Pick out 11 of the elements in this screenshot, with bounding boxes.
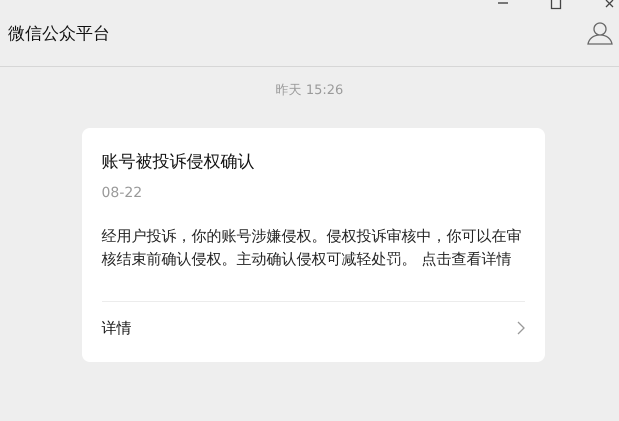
message-date: 08-22 (102, 185, 144, 201)
minimize-icon[interactable] (497, 0, 509, 6)
maximize-icon[interactable] (550, 0, 562, 10)
details-link[interactable]: 详情 (102, 318, 132, 338)
message-text: 经用户投诉，你的账号涉嫌侵权。侵权投诉审核中，你可以在审核结束前确认侵权。主动确认侵权可减轻处罚。 点击查看详情 (102, 226, 522, 270)
message-title: 账号被投诉侵权确认 (102, 151, 256, 173)
window-title: 微信公众平台 (8, 22, 110, 44)
timestamp: 昨天 15:26 (276, 82, 344, 99)
profile-icon[interactable] (587, 21, 613, 45)
close-icon[interactable] (603, 0, 615, 8)
chevron-right-icon[interactable] (516, 321, 524, 335)
